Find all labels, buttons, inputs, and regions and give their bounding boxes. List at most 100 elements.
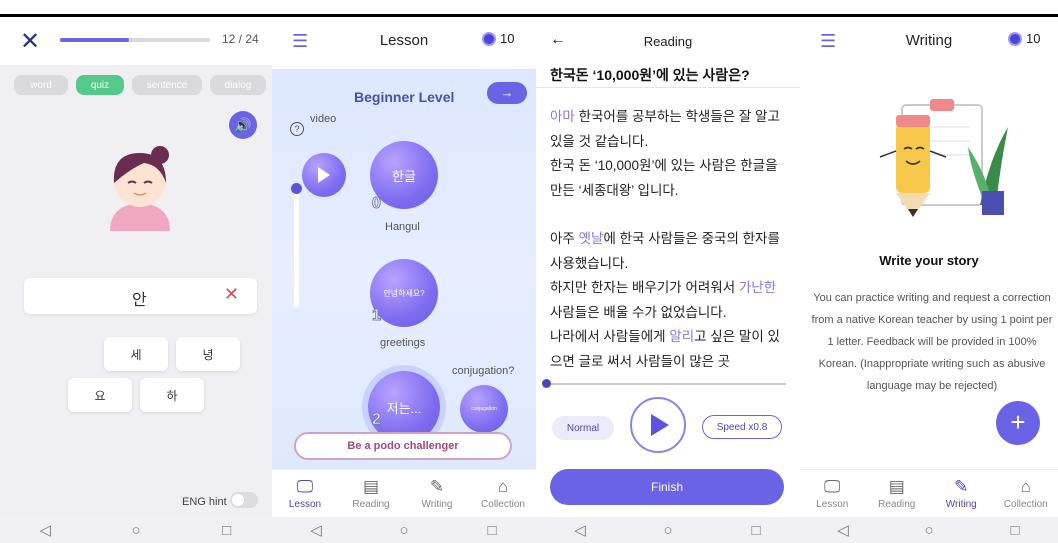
speed-button[interactable]: Speed x0.8 (702, 415, 782, 439)
tab-word[interactable]: word (14, 75, 68, 95)
paragraph: 아주 옛날에 한국 사람들은 중국의 한자를 사용했습니다. (550, 227, 786, 276)
tab-label: Lesson (816, 499, 849, 510)
paragraph-text: 사람들은 배울 수가 없었습니다. (550, 304, 727, 320)
home-icon[interactable]: ○ (126, 522, 146, 539)
speaker-icon[interactable]: 🔊 (229, 111, 257, 139)
tab-lesson[interactable]: 🖵 Lesson (802, 470, 862, 517)
tab-label: Reading (878, 499, 916, 510)
vocab-highlight[interactable]: 아마 (550, 109, 575, 124)
quiz-header: ✕ 12 / 24 (0, 17, 272, 65)
tab-writing[interactable]: ✎ Writing (931, 470, 991, 517)
writing-screen: ☰ Writing 10 Write your story You can pr… (800, 17, 1058, 543)
monitor-icon: 🖵 (296, 477, 314, 496)
paragraph: 하지만 한자는 배우기가 어려워서 가난한 사람들은 배울 수가 없었습니다. (550, 276, 786, 325)
eng-hint-label: ENG hint (182, 496, 227, 508)
recent-apps-icon[interactable]: □ (217, 522, 237, 539)
play-icon (651, 414, 669, 436)
key-se[interactable]: 세 (104, 337, 168, 371)
system-nav: ◁ ○ □ (536, 517, 800, 543)
eng-hint-toggle[interactable] (230, 492, 258, 508)
lesson-screen: ☰ Lesson 10 Beginner Level → ? video 한글 … (272, 17, 536, 543)
scrubber-handle[interactable] (542, 379, 551, 388)
tab-collection[interactable]: ⌂ Collection (996, 470, 1056, 517)
normal-mode-button[interactable]: Normal (552, 416, 614, 440)
back-icon[interactable]: ◁ (306, 521, 326, 539)
challenger-button[interactable]: Be a podo challenger (294, 432, 512, 460)
writing-heading: Write your story (879, 253, 979, 268)
tab-reading[interactable]: ▤ Reading (341, 470, 401, 517)
character-avatar (110, 146, 170, 231)
home-icon[interactable]: ○ (919, 522, 939, 539)
back-icon[interactable]: ◁ (35, 521, 55, 539)
level-title: Beginner Level (354, 89, 455, 105)
system-nav: ◁ ○ □ (800, 517, 1058, 543)
tab-label: Collection (1003, 499, 1048, 510)
close-icon[interactable]: ✕ (20, 27, 40, 56)
tab-quiz[interactable]: quiz (76, 75, 124, 95)
paragraph-text: 아주 (550, 231, 579, 246)
clear-answer-icon[interactable]: ✕ (224, 284, 239, 305)
progress-bar (60, 38, 210, 42)
quiz-mode-tabs: word quiz sentence dialog (14, 75, 266, 95)
top-border (0, 0, 1058, 17)
home-icon[interactable]: ○ (658, 522, 678, 539)
video-play-button[interactable] (302, 153, 346, 197)
lesson-caption-greetings: greetings (380, 337, 426, 349)
answer-field[interactable]: 안 ✕ (24, 278, 257, 314)
progress-fill (60, 38, 129, 42)
points-count: 10 (1026, 31, 1041, 46)
tab-dialog[interactable]: dialog (210, 75, 266, 95)
briefcase-icon: ⌂ (1020, 477, 1031, 496)
play-button[interactable] (630, 397, 686, 453)
tab-writing[interactable]: ✎ Writing (407, 470, 467, 517)
help-icon[interactable]: ? (290, 122, 304, 136)
briefcase-icon: ⌂ (497, 477, 509, 496)
document-icon: ▤ (888, 477, 905, 496)
points-badge[interactable]: 10 (1008, 31, 1040, 46)
vocab-highlight[interactable]: 가난한 (739, 280, 776, 295)
recent-apps-icon[interactable]: □ (1005, 522, 1025, 539)
recent-apps-icon[interactable]: □ (746, 522, 766, 539)
next-level-button[interactable]: → (487, 82, 527, 104)
lesson-caption-conjugation: conjugation? (452, 365, 515, 377)
add-story-button[interactable]: + (996, 401, 1040, 445)
system-nav: ◁ ○ □ (272, 517, 536, 543)
finish-button[interactable]: Finish (550, 469, 784, 505)
answer-text: 안 (132, 292, 147, 309)
lesson-map: Beginner Level → ? video 한글 0 Hangul 안녕하… (272, 69, 536, 469)
key-yo[interactable]: 요 (68, 378, 132, 412)
tab-label: Lesson (288, 499, 322, 510)
pencil-icon: ✎ (954, 477, 969, 496)
quiz-screen: ✕ 12 / 24 word quiz sentence dialog 🔊 안 … (0, 17, 272, 543)
tab-lesson[interactable]: 🖵 Lesson (275, 470, 335, 517)
recent-apps-icon[interactable]: □ (482, 522, 502, 539)
tab-sentence[interactable]: sentence (132, 75, 202, 95)
system-nav: ◁ ○ □ (0, 517, 272, 543)
paragraph-text: 나라에서 사람들에게 (550, 329, 670, 344)
lesson-node-conjugation[interactable]: conjugation (460, 385, 508, 433)
back-icon[interactable]: ◁ (833, 521, 853, 539)
video-label: video (310, 113, 337, 125)
audio-scrubber[interactable] (546, 383, 786, 385)
back-icon[interactable]: ◁ (570, 521, 590, 539)
points-count: 10 (500, 31, 515, 46)
divider (536, 87, 800, 88)
home-icon[interactable]: ○ (394, 522, 414, 539)
vocab-highlight[interactable]: 알리 (669, 329, 694, 344)
paragraph: 나라에서 사람들에게 알리고 싶은 말이 있으면 글로 써서 사람들이 많은 곳 (550, 325, 786, 374)
lesson-caption-hangul: Hangul (385, 221, 420, 233)
vocab-highlight[interactable]: 옛날 (579, 231, 604, 246)
tab-reading[interactable]: ▤ Reading (867, 470, 927, 517)
reading-passage: 아마 한국어를 공부하는 학생들은 잘 알고 있을 것 같습니다. 한국 돈 ‘… (550, 105, 786, 374)
lesson-number-1: 1 (372, 307, 382, 325)
writing-header: ☰ Writing 10 (800, 17, 1058, 69)
page-title: Reading (643, 34, 693, 49)
tab-collection[interactable]: ⌂ Collection (473, 470, 533, 517)
lesson-number-0: 0 (372, 195, 382, 213)
points-badge[interactable]: 10 (482, 31, 514, 46)
key-nyeong[interactable]: 녕 (176, 337, 240, 371)
lesson-number-2: 2 (372, 411, 382, 429)
tab-label: Collection (481, 499, 525, 510)
key-ha[interactable]: 하 (140, 378, 204, 412)
map-track (294, 187, 299, 307)
